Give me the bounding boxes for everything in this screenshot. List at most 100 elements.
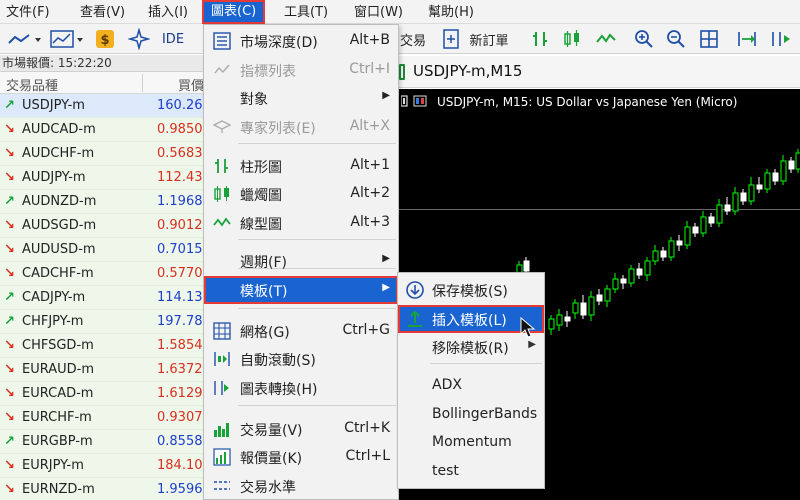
menu-item-label: 週期(F) [240,255,287,271]
market-watch-row[interactable]: ↘ AUDJPY-m 112.436 [0,166,205,190]
menu-item-圖表轉換[interactable]: 圖表轉換(H) [204,374,398,402]
bid-price: 1.19688 [157,194,205,209]
menu-item-網格[interactable]: 網格(G) Ctrl+G [204,317,398,345]
submenu-arrow-icon: ▶ [382,282,390,293]
symbol-name: AUDCAD-m [22,122,96,137]
market-watch-row[interactable]: ↘ AUDCAD-m 0.98502 [0,118,205,142]
menu-item-交易量[interactable]: 交易量(V) Ctrl+K [204,415,398,443]
candle-body [572,302,579,314]
menu-charts[interactable]: 圖表(C) [201,0,266,24]
chart-shift-icon[interactable] [768,27,794,51]
candle-body [604,288,611,302]
trade-button[interactable]: 交易 [398,27,428,51]
menu-item-label: 指標列表 [240,64,296,80]
submenu-item-保存模板[interactable]: 保存模板(S) [398,276,544,304]
menu-tools[interactable]: 工具(T) [284,3,328,22]
menu-file[interactable]: 文件(F) [6,3,50,22]
template-submenu: 保存模板(S) 插入模板(L) 移除模板(R) ▶ ADX BollingerBands M… [397,272,545,489]
menu-item-週期[interactable]: 週期(F) ▶ [204,247,398,275]
market-watch-row[interactable]: ↘ EURJPY-m 184.104 [0,454,205,478]
menu-item-shortcut: Alt+3 [350,214,390,230]
column-bid-header[interactable]: 買價 [178,75,204,94]
new-order-button[interactable]: 新訂單 [466,27,512,51]
auto-scroll-icon[interactable] [734,27,760,51]
bar-chart-icon [212,156,232,176]
market-watch-row[interactable]: ↘ EURCHF-m 0.93071 [0,406,205,430]
market-watch-row[interactable]: ↘ CHFSGD-m 1.58548 [0,334,205,358]
bid-price: 112.436 [157,170,205,185]
market-watch-row[interactable]: ↗ CHFJPY-m 197.784 [0,310,205,334]
menu-separator [430,363,542,364]
ide-button[interactable]: IDE [160,27,186,51]
menu-item-自動滾動[interactable]: 自動滾動(S) [204,345,398,373]
bid-price: 197.784 [157,314,205,329]
tile-windows-icon[interactable] [697,27,721,51]
symbol-name: EURNZD-m [22,482,95,497]
column-symbol-header[interactable]: 交易品種 [6,75,58,94]
line-tool-icon[interactable] [6,27,44,51]
market-watch-row[interactable]: ↘ EURAUD-m 1.63723 [0,358,205,382]
market-watch-header: 交易品種 買價 [0,72,205,94]
new-order-icon[interactable] [440,27,462,51]
candle-body [684,226,691,246]
chart-type-icon[interactable] [48,27,88,51]
candlestick-icon[interactable] [560,27,584,51]
volume-icon [212,419,232,439]
submenu-item-BollingerBands[interactable]: BollingerBands [398,401,544,429]
market-watch-row[interactable]: ↘ AUDSGD-m 0.90127 [0,214,205,238]
market-watch-row[interactable]: ↘ EURCAD-m 1.61290 [0,382,205,406]
market-watch-row[interactable]: ↘ EURNZD-m 1.95966 [0,478,205,500]
sparkle-icon[interactable] [126,27,152,51]
menu-insert[interactable]: 插入(I) [148,3,188,22]
market-watch-row[interactable]: ↗ AUDNZD-m 1.19688 [0,190,205,214]
zoom-in-icon[interactable] [632,27,656,51]
bid-price: 0.93071 [157,410,205,425]
candle-body [795,152,800,170]
candle-body [588,296,595,316]
bar-chart-icon[interactable] [528,27,552,51]
menu-item-柱形圖[interactable]: 柱形圖 Alt+1 [204,152,398,180]
market-watch-row[interactable]: ↗ USDJPY-m 160.269 [0,94,205,118]
candle-body [692,226,699,234]
symbol-name: CHFJPY-m [22,314,84,329]
symbol-name: CADCHF-m [22,266,94,281]
menu-item-對象[interactable]: 對象 ▶ [204,84,398,112]
menu-item-label: 對象 [240,92,268,108]
market-watch-row[interactable]: ↘ CADCHF-m 0.57700 [0,262,205,286]
menu-item-模板[interactable]: 模板(T) ▶ [204,276,398,304]
symbol-name: EURCHF-m [22,410,92,425]
symbol-name: AUDSGD-m [22,218,97,233]
svg-text:$: $ [100,33,109,48]
chart-tab[interactable]: USDJPY-m,M15 [397,56,800,88]
market-watch-row[interactable]: ↘ AUDCHF-m 0.56837 [0,142,205,166]
menu-view[interactable]: 查看(V) [80,3,125,22]
zoom-out-icon[interactable] [664,27,688,51]
menu-help[interactable]: 幫助(H) [428,3,474,22]
arrow-down-icon: ↘ [4,218,15,233]
submenu-item-test[interactable]: test [398,458,544,486]
menu-item-交易水準[interactable]: 交易水準 [204,472,398,500]
submenu-item-ADX[interactable]: ADX [398,372,544,400]
menu-window[interactable]: 窗口(W) [354,3,403,22]
depth-of-market-icon [212,31,232,51]
candle-body [772,172,779,182]
market-watch-row[interactable]: ↗ EURGBP-m 0.85584 [0,430,205,454]
market-watch-row[interactable]: ↘ AUDUSD-m 0.70156 [0,238,205,262]
dollar-icon[interactable]: $ [93,27,117,51]
submenu-item-label: 保存模板(S) [432,284,508,300]
bid-price: 0.85584 [157,434,205,449]
menu-item-市場深度[interactable]: 市場深度(D) Alt+B [204,27,398,55]
bid-price: 1.95966 [157,482,205,497]
menu-item-蠟燭圖[interactable]: 蠟燭圖 Alt+2 [204,180,398,208]
candlestick-tab-icon [399,64,405,80]
market-watch-title: 市場報價: 15:22:20 [0,55,205,72]
menu-item-報價量[interactable]: 報價量(K) Ctrl+L [204,443,398,471]
submenu-arrow-icon: ▶ [382,253,390,264]
arrow-down-icon: ↘ [4,242,15,257]
submenu-item-Momentum[interactable]: Momentum [398,429,544,457]
menu-item-線型圖[interactable]: 線型圖 Alt+3 [204,209,398,237]
market-watch-row[interactable]: ↗ CADJPY-m 114.137 [0,286,205,310]
bid-price: 0.56837 [157,146,205,161]
line-chart-icon[interactable] [593,27,619,51]
arrow-up-icon: ↗ [4,290,15,305]
